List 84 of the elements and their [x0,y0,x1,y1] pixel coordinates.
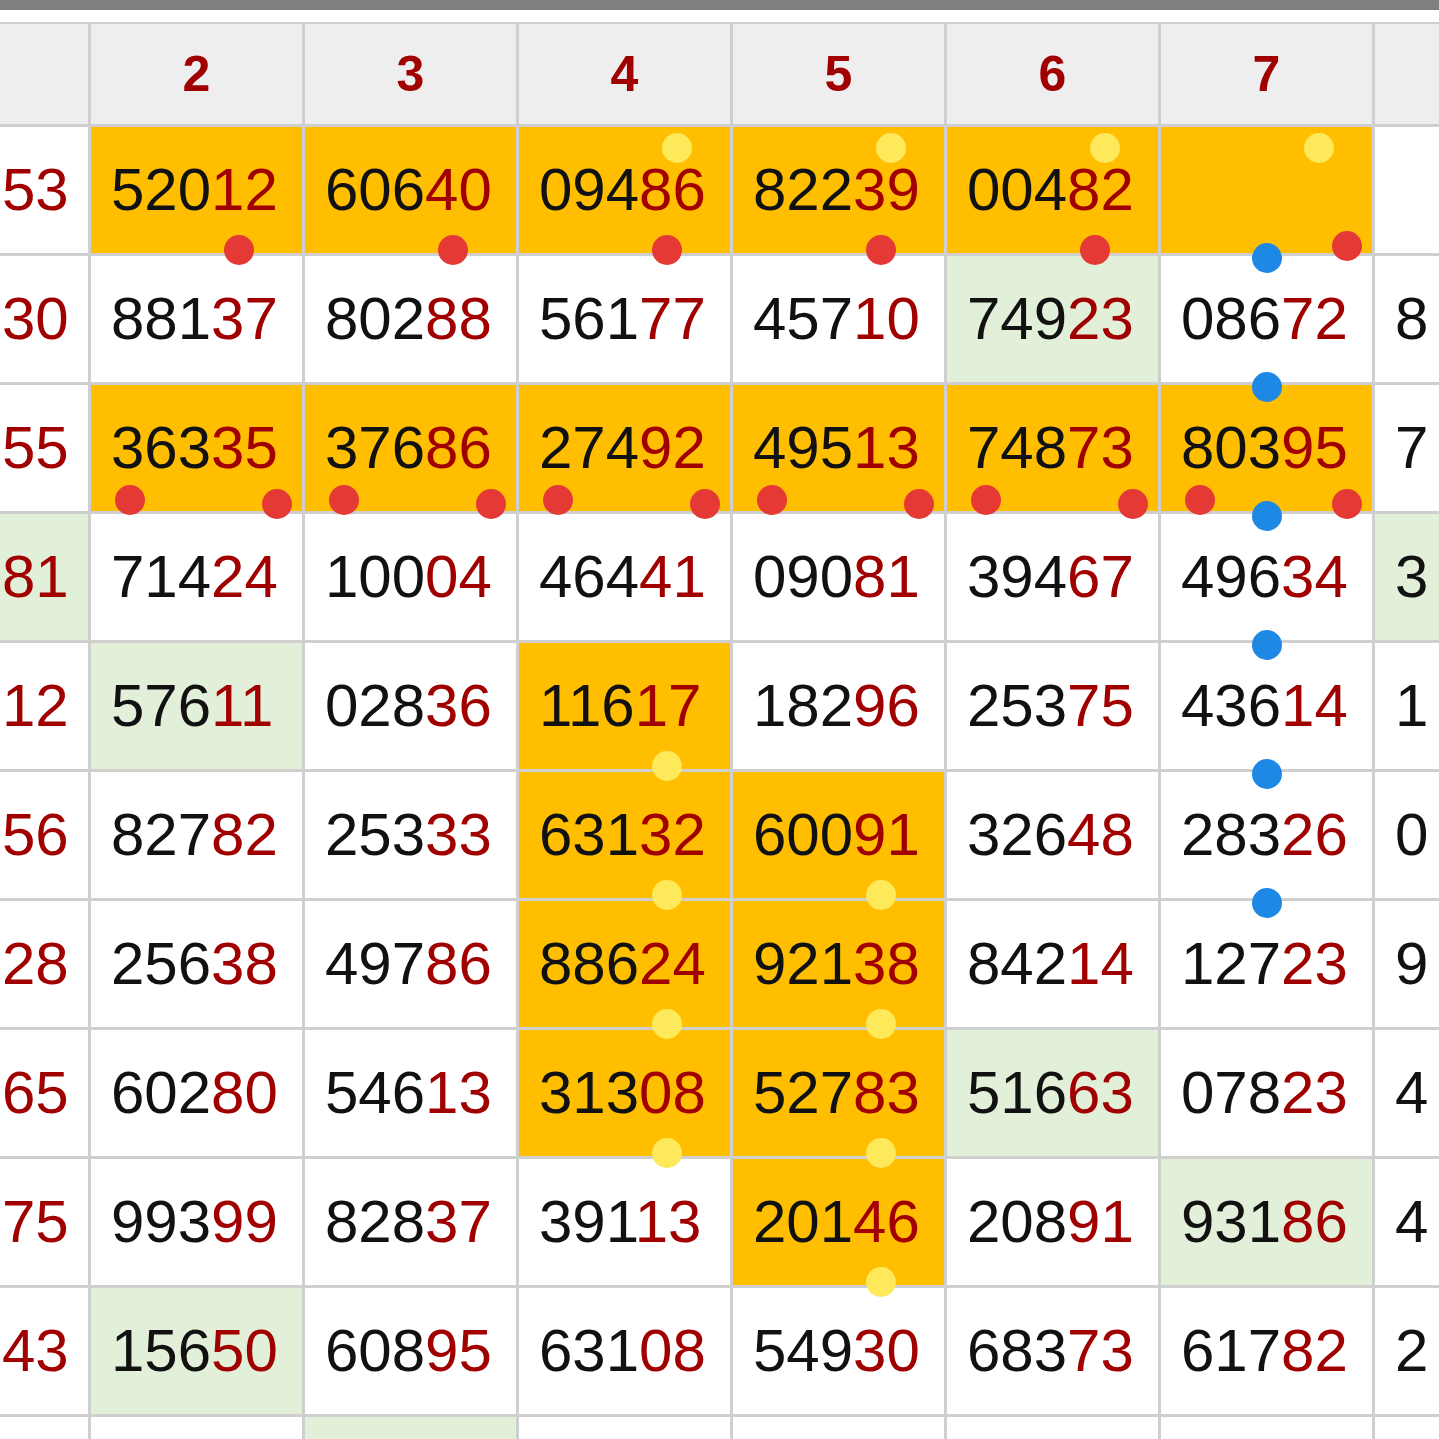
cell-value: 20891 [967,1192,1134,1252]
cell-value: 84214 [967,934,1134,994]
cell-value: 2 [1395,1321,1429,1381]
cell-value: 0 [1395,805,1429,865]
cell-value: 43614 [1181,676,1348,736]
cell-value: 60280 [111,1063,278,1123]
cell-value: 56 [2,805,69,865]
cell-value: 32648 [967,805,1134,865]
cell-value: 55 [2,418,69,478]
cell-value: 02836 [325,676,492,736]
cell-value: 52012 [111,160,278,220]
cell-value: 61782 [1181,1321,1348,1381]
cell-value: 80288 [325,289,492,349]
cell-value: 88624 [539,934,706,994]
column-header[interactable]: 7 [1161,24,1372,124]
column-header[interactable]: 3 [305,24,516,124]
cell-value: 63108 [539,1321,706,1381]
cell-value: 15650 [111,1321,278,1381]
cell-value: 20146 [753,1192,920,1252]
cell-value: 36335 [111,418,278,478]
cell-value: 09081 [753,547,920,607]
cell-value: 49513 [753,418,920,478]
cell-value: 54930 [753,1321,920,1381]
cell-value: 39467 [967,547,1134,607]
cell-value: 75 [2,1192,69,1252]
cell-value: 81 [2,547,69,607]
cell-value: 39113 [539,1192,702,1252]
cell-value: 92138 [753,934,920,994]
cell-value: 82239 [753,160,920,220]
cell-value: 93186 [1181,1192,1348,1252]
cell-value: 8 [1395,289,1429,349]
cell-value: 25333 [325,805,492,865]
cell-value: 60640 [325,160,492,220]
cell-value: 51663 [967,1063,1134,1123]
column-header[interactable]: 4 [519,24,730,124]
cell-value: 28326 [1181,805,1348,865]
column-header[interactable]: 5 [733,24,944,124]
cell-value: 53 [2,160,69,220]
cell-value: 10004 [325,547,492,607]
cell-value: 30 [2,289,69,349]
cell-value: 99399 [111,1192,278,1252]
cell-value: 1 [1395,676,1429,736]
cell-value: 56177 [539,289,706,349]
cell-value: 52783 [753,1063,920,1123]
cell-value: 09486 [539,160,706,220]
cell-value: 43 [2,1321,69,1381]
cell-value: 60091 [753,805,920,865]
cell-value: 68373 [967,1321,1134,1381]
cell-value: 82782 [111,805,278,865]
cell-value: 4 [1395,1192,1429,1252]
cell-value: 3 [1395,547,1429,607]
cell-value: 80395 [1181,418,1348,478]
cell-value: 07823 [1181,1063,1348,1123]
cell-value: 88137 [111,289,278,349]
column-header[interactable]: 6 [947,24,1158,124]
cell-value: 45710 [753,289,920,349]
cell-value: 9 [1395,934,1429,994]
cell-value: 25638 [111,934,278,994]
cell-value: 82837 [325,1192,492,1252]
cell-value: 63132 [539,805,706,865]
cell-value: 60895 [325,1321,492,1381]
cell-value: 74923 [967,289,1134,349]
cell-value: 25375 [967,676,1134,736]
column-header[interactable]: 2 [91,24,302,124]
cell-value: 00482 [967,160,1134,220]
cell-value: 49786 [325,934,492,994]
cell-value: 31308 [539,1063,706,1123]
cell-value: 37686 [325,418,492,478]
cell-value: 46441 [539,547,706,607]
cell-value: 57611 [111,676,274,736]
cell-value: 65 [2,1063,69,1123]
cell-value: 12723 [1181,934,1348,994]
cell-value: 7 [1395,418,1429,478]
cell-value: 74873 [967,418,1134,478]
cell-value: 28 [2,934,69,994]
cell-value: 12 [2,676,69,736]
cell-value: 4 [1395,1063,1429,1123]
cell-value: 71424 [111,547,278,607]
cell-value: 27492 [539,418,706,478]
cell-value: 54613 [325,1063,492,1123]
cell-value: 11617 [539,676,702,736]
cell-value: 49634 [1181,547,1348,607]
cell-value: 08672 [1181,289,1348,349]
cell-value: 18296 [753,676,920,736]
